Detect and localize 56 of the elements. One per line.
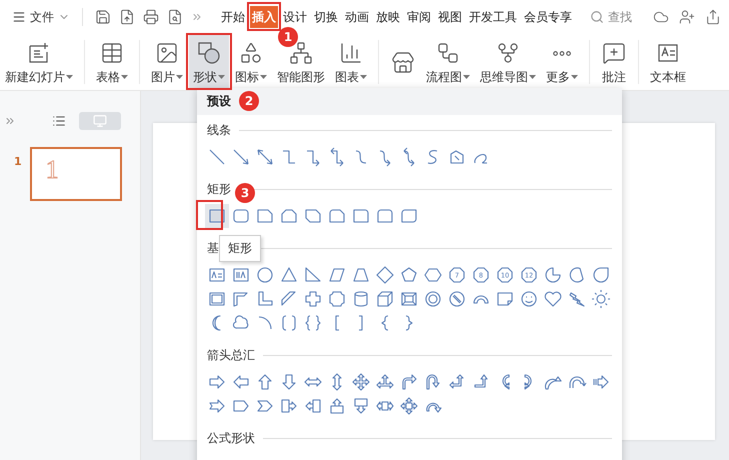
table-icon — [100, 40, 124, 64]
shapes-icon — [197, 40, 221, 64]
new-slide-button[interactable]: 新建幻灯片 — [1, 34, 77, 90]
ribbon-tab[interactable]: 审阅 — [405, 6, 433, 28]
ribbon-tab[interactable]: 动画 — [343, 6, 371, 28]
ribbon-tab[interactable]: 放映 — [374, 6, 402, 28]
ribbon-tab[interactable]: 会员专享 — [522, 6, 574, 28]
section-title: 公式形状 — [207, 430, 255, 446]
expand-icon[interactable] — [4, 115, 16, 127]
ribbon-tab[interactable]: 开发工具 — [467, 6, 519, 28]
section-title: 线条 — [207, 122, 231, 138]
slide-number: 1 — [14, 155, 22, 168]
highlight-frame — [247, 2, 281, 31]
thumbnail-view-button[interactable] — [79, 112, 121, 130]
menu-icon — [12, 10, 26, 24]
search-field[interactable]: 查找 — [590, 9, 644, 25]
more-button[interactable]: 更多 — [542, 34, 582, 90]
image-button[interactable]: 图片 — [147, 34, 187, 90]
section-title: 矩形 — [207, 180, 231, 198]
mind-map-button[interactable]: 思维导图 — [476, 34, 540, 90]
section-title: 箭头总汇 — [207, 346, 255, 364]
comment-button[interactable]: 批注 — [597, 34, 631, 90]
text-box-button[interactable]: 文本框 — [646, 34, 690, 90]
table-button[interactable]: 表格 — [92, 34, 132, 90]
shapes-icon — [239, 40, 263, 64]
comment-icon — [602, 40, 626, 64]
more-icon — [553, 50, 571, 56]
bar-chart-icon — [339, 40, 363, 64]
tooltip: 矩形 — [219, 235, 261, 262]
ribbon-tab[interactable]: 设计 — [281, 6, 309, 28]
cloud-icon[interactable] — [653, 9, 669, 25]
step-badge: 1 — [278, 27, 298, 47]
mind-map-icon — [496, 40, 520, 64]
list-icon — [52, 114, 66, 128]
header-title: 预设 — [207, 93, 231, 110]
diagram-icon — [289, 40, 313, 64]
user-add-icon[interactable] — [679, 9, 695, 25]
slide-text: 1 — [46, 157, 59, 183]
shapes-button[interactable]: 形状 — [189, 34, 229, 90]
bar-chart-button[interactable]: 图表 — [331, 34, 371, 90]
ribbon-tab[interactable]: 切换 — [312, 6, 340, 28]
flowchart-icon — [436, 40, 460, 64]
file-menu[interactable]: 文件 — [8, 5, 74, 29]
share-icon[interactable] — [705, 9, 721, 25]
section-title: 基 — [207, 240, 219, 256]
new-slide-icon — [27, 40, 51, 64]
image-icon — [155, 40, 179, 64]
slide-icon — [93, 114, 107, 128]
highlight-frame — [196, 200, 223, 230]
store-icon — [391, 51, 415, 75]
highlight-frame — [186, 33, 232, 90]
ribbon-tab[interactable]: 视图 — [436, 6, 464, 28]
flowchart-button[interactable]: 流程图 — [422, 34, 474, 90]
search-icon — [590, 10, 604, 24]
ribbon-tab[interactable]: 开始 — [219, 6, 247, 28]
shapes-button[interactable]: 图标 — [231, 34, 271, 90]
